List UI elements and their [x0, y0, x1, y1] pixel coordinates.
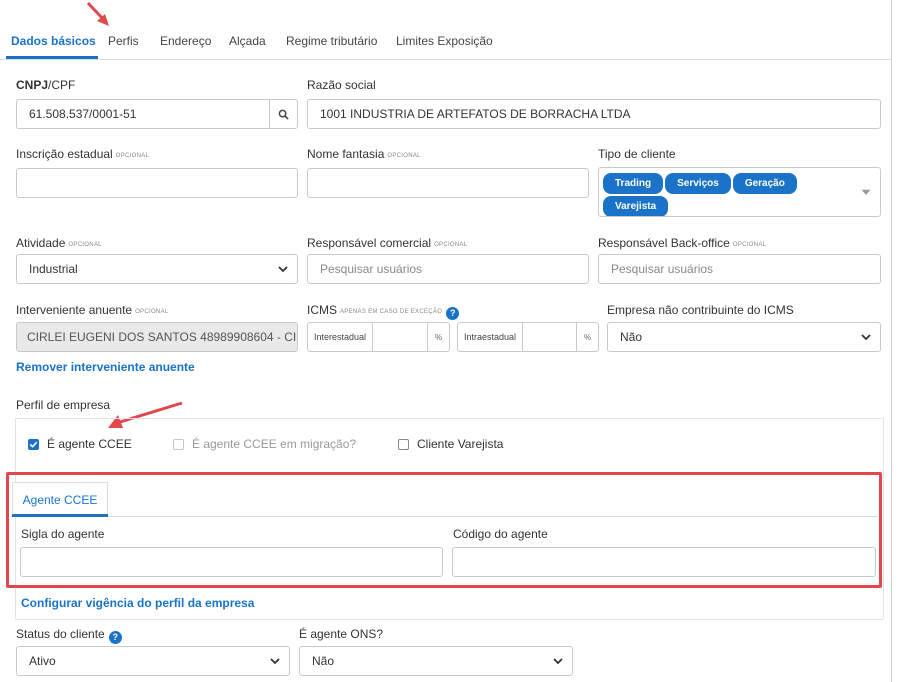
chevron-down-icon: [861, 334, 871, 341]
nome-fantasia-label: Nome fantasia OPCIONAL: [307, 147, 421, 161]
check-icon: [29, 441, 38, 448]
perfil-empresa-label: Perfil de empresa: [16, 398, 111, 412]
tab-bar: Dados básicos Perfis Endereço Alçada Reg…: [0, 24, 891, 60]
checkbox-agente-ccee-migracao[interactable]: É agente CCEE em migração?: [173, 437, 356, 451]
agente-ons-label: É agente ONS?: [299, 627, 384, 641]
status-cliente-value: Ativo: [29, 654, 56, 668]
right-border: [891, 0, 892, 682]
remover-interveniente-link[interactable]: Remover interveniente anuente: [16, 360, 195, 374]
intraestadual-input[interactable]: [523, 323, 576, 351]
resp-backoffice-placeholder: Pesquisar usuários: [611, 262, 714, 276]
chevron-down-icon: [553, 658, 563, 665]
resp-comercial-placeholder: Pesquisar usuários: [320, 262, 423, 276]
checkbox-label: É agente CCEE em migração?: [192, 437, 357, 451]
checkbox-unchecked[interactable]: [173, 438, 184, 450]
interveniente-value: CIRLEI EUGENI DOS SANTOS 48989908604 - C…: [27, 330, 298, 344]
cnpj-search-button[interactable]: [269, 100, 297, 128]
percent-addon: %: [427, 323, 449, 351]
annotation-arrow-perfis: [86, 1, 109, 26]
checkbox-cliente-varejista[interactable]: Cliente Varejista: [398, 437, 503, 451]
interestadual-label: Interestadual: [308, 323, 374, 351]
agente-ons-select[interactable]: Não: [299, 646, 573, 676]
chip-servicos[interactable]: Serviços: [665, 173, 731, 194]
nao-contribuinte-label: Empresa não contribuinte do ICMS: [607, 303, 794, 317]
tab-endereco[interactable]: Endereço: [160, 34, 211, 48]
razao-social-value: 1001 INDUSTRIA DE ARTEFATOS DE BORRACHA …: [320, 107, 631, 121]
atividade-label: Atividade OPCIONAL: [16, 236, 102, 250]
checkbox-unchecked[interactable]: [398, 438, 409, 450]
tab-regime-tributario[interactable]: Regime tributário: [286, 34, 377, 48]
tab-perfis[interactable]: Perfis: [108, 34, 139, 48]
configurar-vigencia-link[interactable]: Configurar vigência do perfil da empresa: [21, 596, 254, 610]
percent-addon: %: [576, 323, 598, 351]
intraestadual-label: Intraestadual: [458, 323, 524, 351]
tipo-cliente-label: Tipo de cliente: [598, 147, 676, 161]
chip-geracao[interactable]: Geração: [732, 173, 797, 194]
status-cliente-label: Status do cliente?: [16, 627, 122, 644]
cnpj-value: 61.508.537/0001-51: [29, 107, 137, 121]
status-cliente-select[interactable]: Ativo: [16, 646, 290, 676]
caret-down-icon: [861, 189, 871, 195]
nao-contribuinte-select[interactable]: Não: [607, 322, 881, 352]
resp-comercial-input[interactable]: Pesquisar usuários: [307, 254, 589, 284]
agente-ons-value: Não: [312, 654, 335, 668]
checkbox-agente-ccee[interactable]: É agente CCEE: [28, 437, 132, 451]
interveniente-label: Interveniente anuente OPCIONAL: [16, 303, 169, 317]
cnpj-input[interactable]: 61.508.537/0001-51: [16, 99, 298, 129]
tab-alcada[interactable]: Alçada: [229, 34, 266, 48]
razao-social-input[interactable]: 1001 INDUSTRIA DE ARTEFATOS DE BORRACHA …: [307, 99, 881, 129]
checkbox-label: Cliente Varejista: [417, 437, 504, 451]
tab-limites-exposicao[interactable]: Limites Exposição: [396, 34, 493, 48]
icms-interestadual-field[interactable]: Interestadual %: [307, 322, 450, 352]
razao-social-label: Razão social: [307, 78, 376, 92]
cnpj-label: CNPJ/CPF: [16, 78, 76, 92]
chip-varejista[interactable]: Varejista: [603, 196, 669, 216]
atividade-value: Industrial: [29, 262, 78, 276]
inscricao-estadual-input[interactable]: [16, 168, 298, 198]
search-icon: [278, 109, 289, 120]
annotation-highlight-box: [6, 472, 882, 588]
help-icon[interactable]: ?: [108, 630, 122, 644]
interveniente-input[interactable]: CIRLEI EUGENI DOS SANTOS 48989908604 - C…: [16, 322, 298, 352]
resp-backoffice-label: Responsável Back-office OPCIONAL: [598, 236, 767, 250]
icms-intraestadual-field[interactable]: Intraestadual %: [457, 322, 599, 352]
nome-fantasia-input[interactable]: [307, 168, 589, 198]
interestadual-input[interactable]: [373, 323, 427, 351]
nao-contribuinte-value: Não: [620, 330, 643, 344]
tipo-cliente-multiselect[interactable]: Trading Serviços Geração Varejista: [598, 167, 881, 217]
chevron-down-icon: [270, 658, 280, 665]
help-icon[interactable]: ?: [446, 306, 460, 320]
resp-comercial-label: Responsável comercial OPCIONAL: [307, 236, 468, 250]
atividade-select[interactable]: Industrial: [16, 254, 298, 284]
checkbox-checked[interactable]: [28, 438, 39, 450]
chip-trading[interactable]: Trading: [603, 173, 664, 194]
chevron-down-icon: [278, 266, 288, 273]
tab-dados-basicos[interactable]: Dados básicos: [11, 34, 96, 48]
active-tab-indicator: [6, 56, 98, 59]
icms-label: ICMS APENAS EM CASO DE EXCEÇÃO?: [307, 303, 460, 320]
resp-backoffice-input[interactable]: Pesquisar usuários: [598, 254, 881, 284]
inscricao-estadual-label: Inscrição estadual OPCIONAL: [16, 147, 150, 161]
checkbox-label: É agente CCEE: [47, 437, 132, 451]
